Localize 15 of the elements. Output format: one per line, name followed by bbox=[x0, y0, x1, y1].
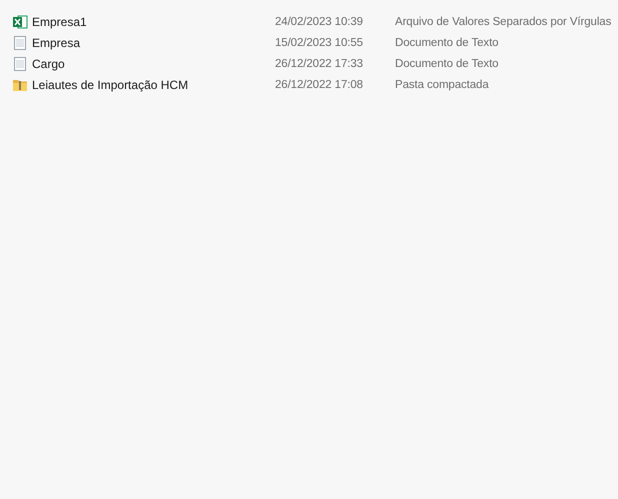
file-name[interactable]: Empresa bbox=[32, 36, 275, 50]
file-name[interactable]: Leiautes de Importação HCM bbox=[32, 78, 275, 92]
text-file-icon bbox=[12, 56, 28, 72]
date-modified: 15/02/2023 10:55 bbox=[275, 36, 364, 48]
spreadsheet-icon bbox=[12, 14, 28, 30]
file-name[interactable]: Cargo bbox=[32, 56, 275, 70]
date-modified: 26/12/2022 17:08 bbox=[275, 78, 364, 90]
file-type: Documento de Texto bbox=[395, 36, 500, 48]
file-type: Documento de Texto bbox=[395, 58, 500, 70]
file-type: Pasta compactada bbox=[395, 78, 490, 90]
file-name[interactable]: Empresa1 bbox=[32, 14, 275, 28]
text-file-icon bbox=[12, 34, 28, 50]
file-type: Arquivo de Valores Separados por Vírgulas bbox=[395, 16, 612, 28]
date-modified: 26/12/2022 17:33 bbox=[275, 58, 364, 70]
date-modified: 24/02/2023 10:39 bbox=[275, 16, 364, 28]
